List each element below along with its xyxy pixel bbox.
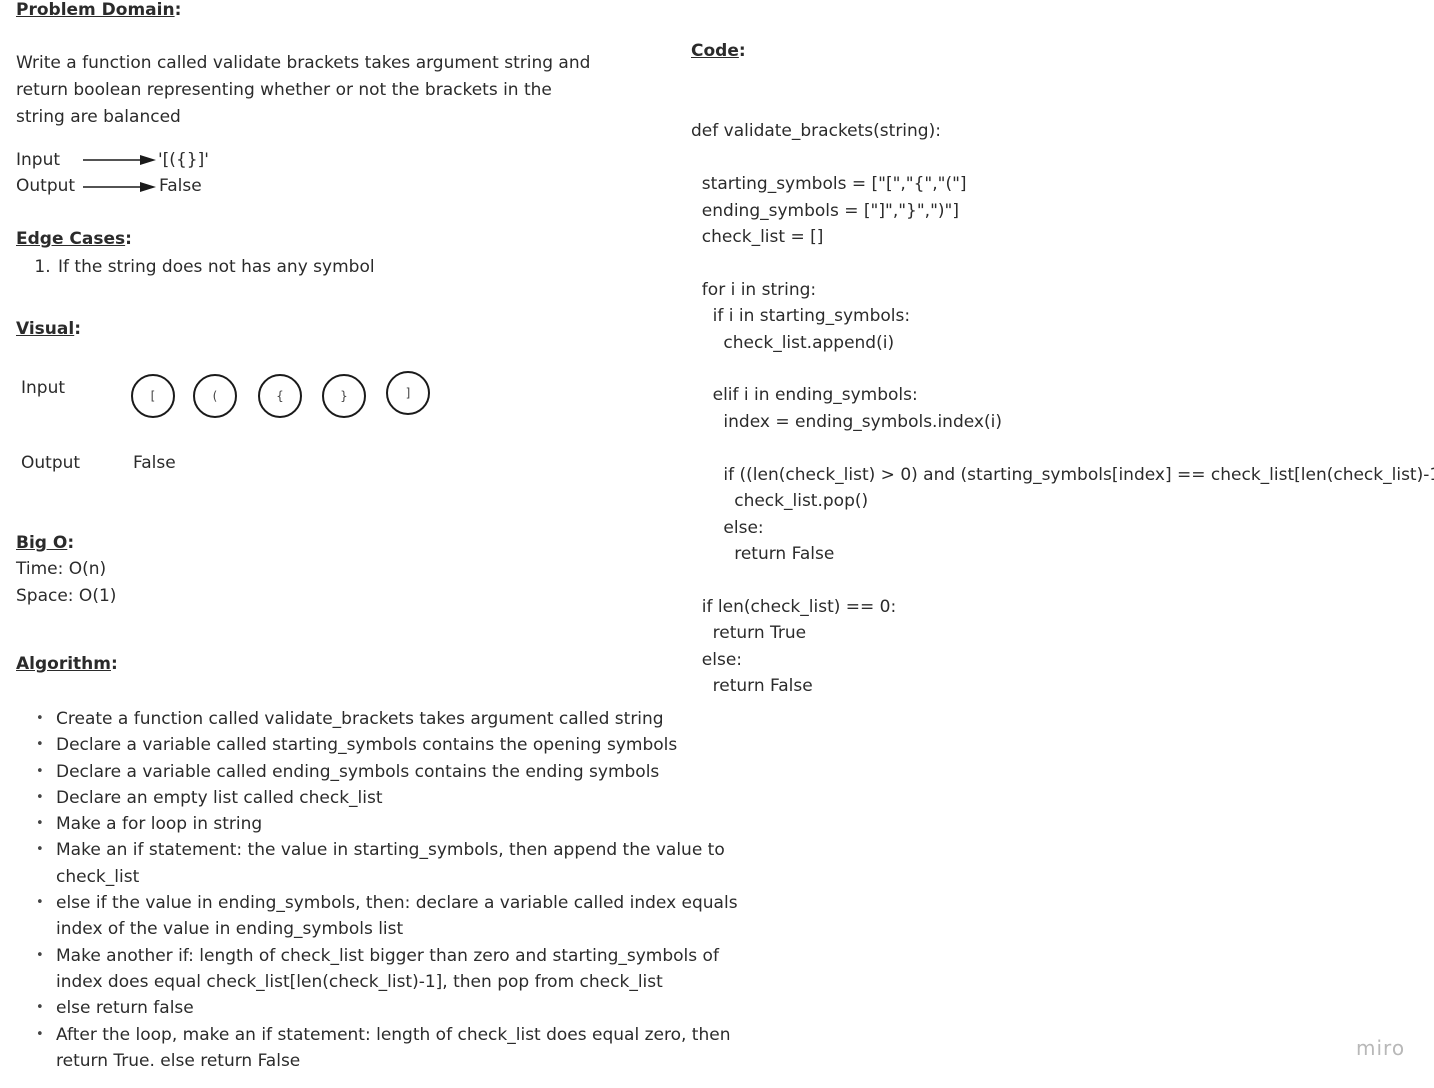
symbol-circle: } [322,374,366,418]
miro-watermark-logo: miro [1356,1036,1406,1060]
big-o-heading: Big O: [16,533,75,553]
visual-heading-text: Visual [16,319,75,339]
code-line: else: [691,649,743,670]
edge-cases-list: If the string does not has any symbol [16,254,375,280]
code-line: if i in starting_symbols: [691,306,911,327]
algorithm-step: After the loop, make an if statement: le… [36,1022,756,1075]
visual-output-label: Output [21,453,81,473]
code-line: ​ [691,92,1434,118]
algorithm-heading: Algorithm: [16,654,118,674]
code-block: ​ def validate_brackets(string): ​ start… [691,92,1434,699]
edge-cases-heading: Edge Cases: [16,229,132,249]
edge-case-item: If the string does not has any symbol [56,254,375,280]
visual-heading: Visual: [16,319,82,339]
symbol-circle: { [258,374,302,418]
code-line: return True [691,623,807,644]
algorithm-step: Make an if statement: the value in start… [36,837,756,890]
code-line: ​ [691,250,1434,276]
algorithm-list: Create a function called validate_bracke… [16,706,756,1074]
code-line: for i in string: [691,279,817,300]
visual-output-value: False [133,453,176,473]
code-heading-text: Code [691,41,739,61]
code-line: check_list = [] [691,227,824,248]
algorithm-step: Declare a variable called starting_symbo… [36,732,756,759]
symbol-circle: ( [193,374,237,418]
code-line: if ((len(check_list) > 0) and (starting_… [691,464,1434,485]
code-line: check_list.pop() [691,491,869,512]
algorithm-step: Make a for loop in string [36,811,756,838]
code-line: elif i in ending_symbols: [691,385,918,406]
edge-cases-heading-text: Edge Cases [16,229,126,249]
code-line: index = ending_symbols.index(i) [691,411,1002,432]
visual-input-label: Input [21,378,66,398]
code-line: def validate_brackets(string): [691,121,941,142]
algorithm-step: Make another if: length of check_list bi… [36,943,756,996]
output-arrow-icon [83,182,156,192]
code-line: ​ [691,145,1434,171]
code-line: ​ [691,567,1434,593]
code-line: return False [691,675,813,696]
code-heading: Code: [691,41,746,61]
code-line: starting_symbols = ["[","{","("] [691,174,967,195]
algorithm-step: else if the value in ending_symbols, the… [36,890,756,943]
code-line: else: [691,517,764,538]
code-line: if len(check_list) == 0: [691,596,897,617]
big-o-space: Space: O(1) [16,586,117,606]
algorithm-step: else return false [36,995,756,1022]
big-o-time: Time: O(n) [16,559,107,579]
code-line: return False [691,543,835,564]
big-o-heading-text: Big O [16,533,68,553]
algorithm-step: Create a function called validate_bracke… [36,706,756,733]
algorithm-step: Declare an empty list called check_list [36,785,756,812]
code-line: ​ [691,356,1434,382]
code-line: check_list.append(i) [691,332,895,353]
symbol-circle: [ [131,374,175,418]
code-line: ending_symbols = ["]","}",")"] [691,200,959,221]
algorithm-heading-text: Algorithm [16,654,111,674]
input-arrow-icon [83,155,156,165]
symbol-circle: ] [386,371,430,415]
algorithm-step: Declare a variable called ending_symbols… [36,759,756,786]
code-line: ​ [691,435,1434,461]
